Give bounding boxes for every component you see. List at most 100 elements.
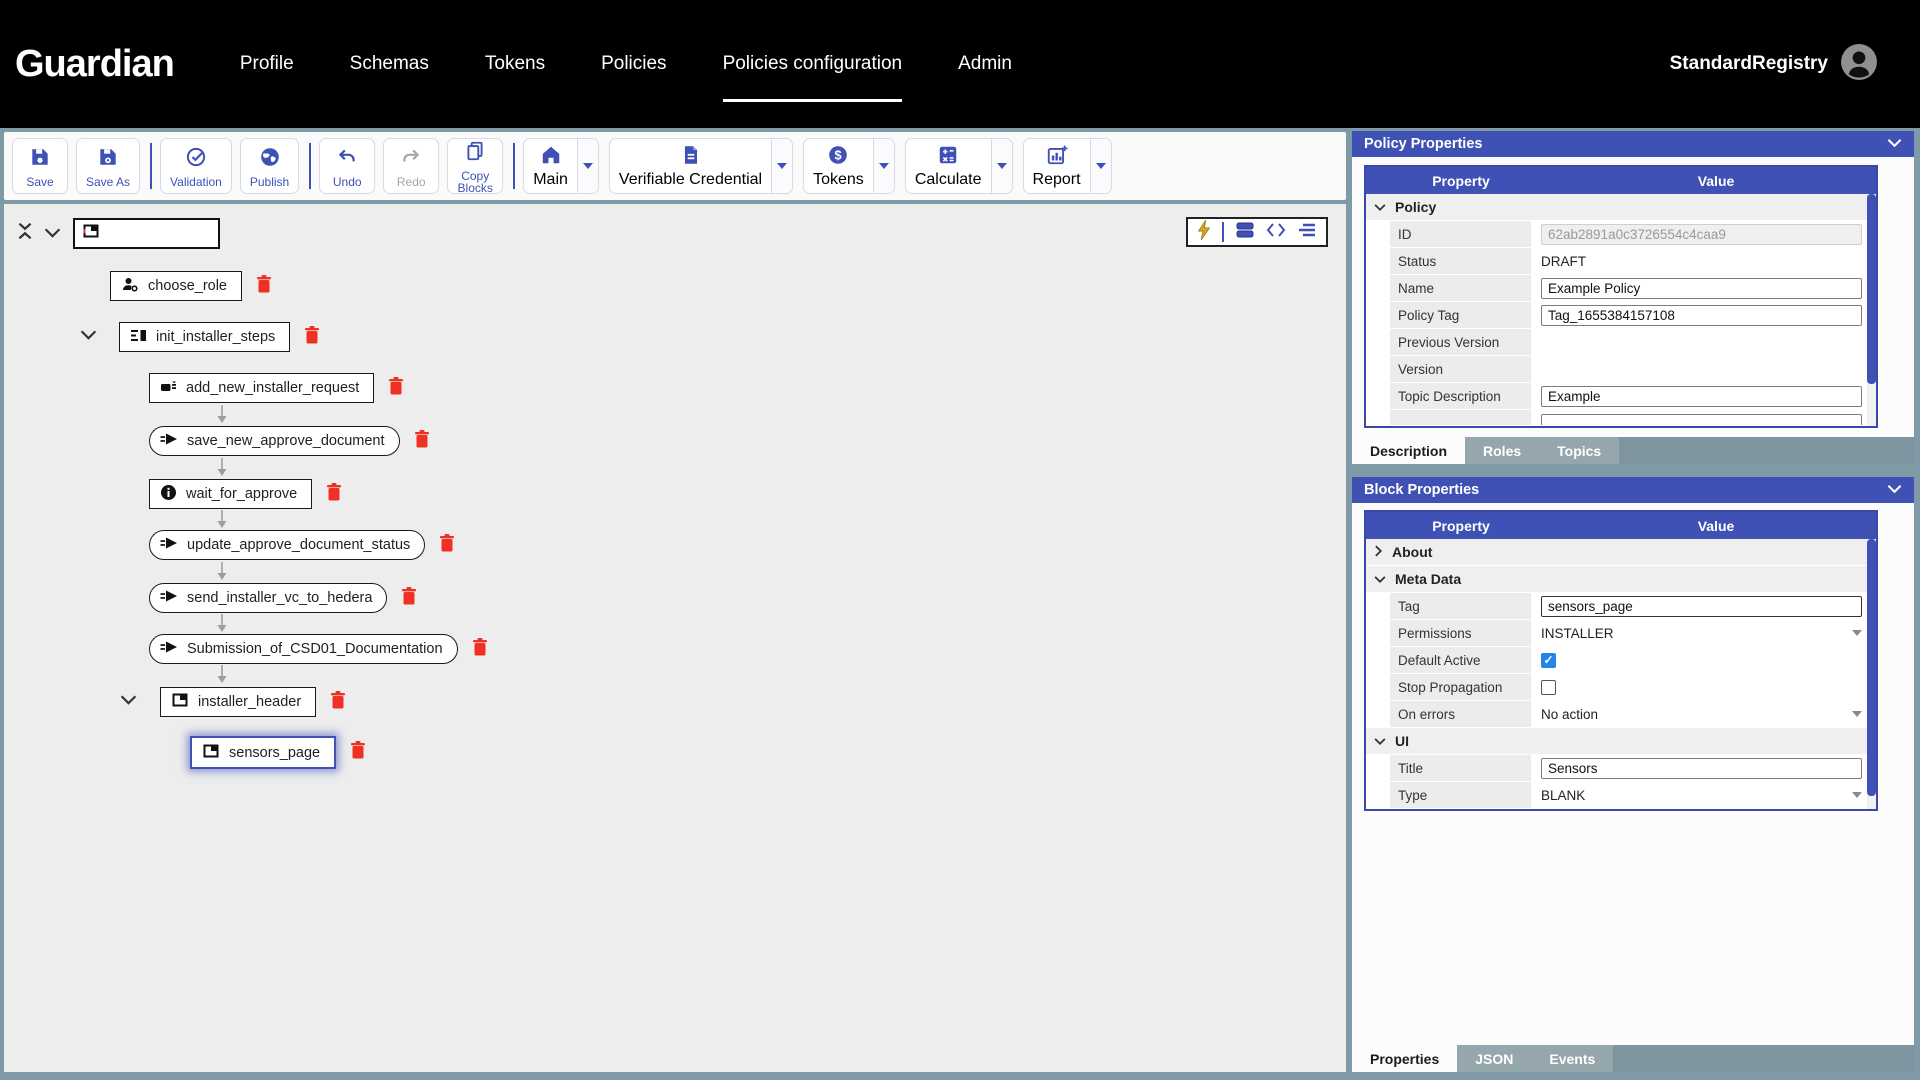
- tree-row: choose_role: [110, 271, 273, 301]
- tree-row: send_installer_vc_to_hedera: [149, 583, 418, 613]
- nav-item-policies[interactable]: Policies: [601, 53, 666, 75]
- delete-block-icon[interactable]: [303, 325, 321, 350]
- copy-blocks-button[interactable]: Copy Blocks: [447, 138, 504, 194]
- table-row-version: Version: [1366, 356, 1876, 383]
- tab-properties[interactable]: Properties: [1352, 1045, 1458, 1072]
- tab-json[interactable]: JSON: [1457, 1045, 1532, 1072]
- chevron-down-icon[interactable]: [44, 226, 61, 244]
- group-row-about[interactable]: About: [1366, 539, 1876, 566]
- tab-topics[interactable]: Topics: [1539, 437, 1620, 464]
- on-errors-select[interactable]: No action: [1533, 707, 1876, 722]
- container-icon: [82, 222, 100, 245]
- block-init-installer-steps[interactable]: init_installer_steps: [119, 322, 291, 352]
- send-icon: [160, 588, 178, 608]
- delete-block-icon[interactable]: [325, 482, 343, 507]
- main-content: Save Save As Validation Publish Undo Red…: [0, 128, 1920, 1080]
- table-row-policy-tag: Policy Tag: [1366, 302, 1876, 329]
- nav-item-schemas[interactable]: Schemas: [350, 53, 429, 75]
- table-scrollbar[interactable]: [1867, 539, 1876, 809]
- nav-item-admin[interactable]: Admin: [958, 53, 1012, 75]
- block-wait-for-approve[interactable]: wait_for_approve: [149, 479, 313, 509]
- svg-text:$: $: [835, 149, 842, 163]
- tab-description[interactable]: Description: [1352, 437, 1466, 464]
- main-dropdown-caret[interactable]: [576, 139, 598, 193]
- undo-button[interactable]: Undo: [319, 138, 376, 194]
- nav-item-profile[interactable]: Profile: [240, 53, 294, 75]
- chevron-down-icon[interactable]: [1887, 136, 1902, 152]
- table-row-tag: Tag: [1366, 593, 1876, 620]
- title-field[interactable]: [1541, 757, 1862, 779]
- group-row-policy[interactable]: Policy: [1366, 194, 1876, 221]
- validation-button[interactable]: Validation: [160, 138, 232, 194]
- toolbar-separator: [150, 143, 153, 189]
- policy-properties-header[interactable]: Policy Properties: [1352, 131, 1914, 157]
- delete-block-icon[interactable]: [387, 376, 405, 401]
- report-button[interactable]: Report: [1022, 138, 1112, 194]
- nav-item-policies-configuration[interactable]: Policies configuration: [722, 53, 902, 102]
- blocks-view-icon[interactable]: [1235, 221, 1255, 244]
- main-blocks-button[interactable]: Main: [523, 138, 599, 194]
- table-row-stop-propagation: Stop Propagation: [1366, 674, 1876, 701]
- lightning-icon[interactable]: [1197, 219, 1211, 245]
- code-view-icon[interactable]: [1266, 222, 1286, 243]
- block-properties-section: Block Properties Property Value About Me…: [1352, 477, 1914, 1072]
- tab-roles[interactable]: Roles: [1465, 437, 1540, 464]
- user-avatar-icon[interactable]: [1840, 43, 1878, 86]
- block-tabs-bar: Properties JSON Events: [1352, 1045, 1914, 1072]
- policy-tag-field[interactable]: [1541, 304, 1862, 326]
- block-choose-role[interactable]: choose_role: [110, 271, 242, 301]
- vc-dropdown-caret[interactable]: [771, 139, 793, 193]
- block-submission-of-csd01-documentation[interactable]: Submission_of_CSD01_Documentation: [149, 634, 458, 664]
- tree-row: Submission_of_CSD01_Documentation: [149, 634, 489, 664]
- toolbar-separator: [513, 143, 516, 189]
- redo-button[interactable]: Redo: [383, 138, 440, 194]
- block-installer-header[interactable]: installer_header: [160, 687, 317, 717]
- group-row-meta-data[interactable]: Meta Data: [1366, 566, 1876, 593]
- chevron-down-icon[interactable]: [80, 328, 97, 346]
- block-send-installer-vc-to-hedera[interactable]: send_installer_vc_to_hedera: [149, 583, 388, 613]
- tokens-dropdown-caret[interactable]: [872, 139, 894, 193]
- tab-events[interactable]: Events: [1531, 1045, 1614, 1072]
- save-button[interactable]: Save: [12, 138, 68, 194]
- tree-view-icon[interactable]: [1297, 222, 1317, 243]
- block-update-approve-document-status[interactable]: update_approve_document_status: [149, 530, 426, 560]
- policy-properties-table: Property Value Policy ID Status DRAFT: [1364, 165, 1878, 428]
- delete-block-icon[interactable]: [438, 533, 456, 558]
- chevron-down-icon: [1374, 571, 1386, 587]
- nav-item-tokens[interactable]: Tokens: [485, 53, 545, 75]
- delete-block-icon[interactable]: [329, 690, 347, 715]
- topic-description-field[interactable]: [1541, 385, 1862, 407]
- delete-block-icon[interactable]: [349, 740, 367, 765]
- name-field[interactable]: [1541, 277, 1862, 299]
- root-block[interactable]: [73, 218, 220, 249]
- block-sensors-page[interactable]: sensors_page: [190, 736, 337, 769]
- calculate-button[interactable]: Calculate: [904, 138, 1013, 194]
- delete-block-icon[interactable]: [413, 429, 431, 454]
- save-as-button[interactable]: Save As: [76, 138, 141, 194]
- publish-button[interactable]: Publish: [239, 138, 300, 194]
- tokens-button[interactable]: $ Tokens: [803, 138, 895, 194]
- verifiable-credential-button[interactable]: Verifiable Credential: [608, 138, 794, 194]
- table-scrollbar[interactable]: [1867, 194, 1876, 426]
- chevron-down-icon[interactable]: [1887, 482, 1902, 498]
- block-save-new-approve-document[interactable]: save_new_approve_document: [149, 426, 400, 456]
- delete-block-icon[interactable]: [471, 637, 489, 662]
- delete-block-icon[interactable]: [255, 274, 273, 299]
- delete-block-icon[interactable]: [400, 586, 418, 611]
- permissions-select[interactable]: INSTALLER: [1533, 626, 1876, 641]
- default-active-checkbox[interactable]: [1541, 652, 1556, 668]
- chevron-down-icon[interactable]: [120, 693, 137, 711]
- block-add-new-installer-request[interactable]: add_new_installer_request: [149, 373, 375, 403]
- block-properties-header[interactable]: Block Properties: [1352, 477, 1914, 503]
- stop-propagation-checkbox[interactable]: [1541, 679, 1556, 695]
- calculate-dropdown-caret[interactable]: [990, 139, 1012, 193]
- collapse-all-icon[interactable]: [16, 222, 34, 245]
- copy-icon: [464, 140, 486, 167]
- report-dropdown-caret[interactable]: [1089, 139, 1111, 193]
- row-label: Policy Tag: [1390, 302, 1533, 328]
- tag-field[interactable]: [1541, 595, 1862, 617]
- row-label: Stop Propagation: [1390, 674, 1533, 700]
- group-row-ui[interactable]: UI: [1366, 728, 1876, 755]
- type-select[interactable]: BLANK: [1533, 788, 1876, 803]
- block-label: installer_header: [198, 694, 302, 710]
